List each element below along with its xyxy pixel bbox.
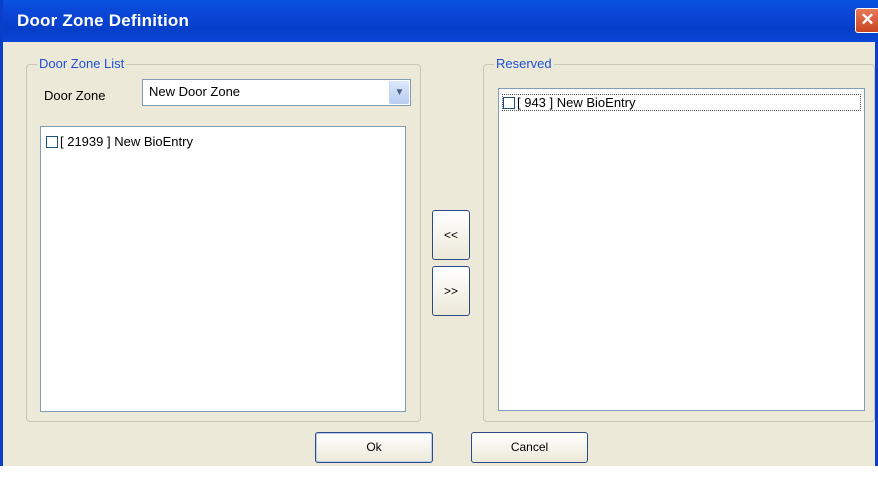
close-button[interactable]: ✕: [855, 8, 878, 33]
list-item[interactable]: [ 943 ] New BioEntry: [502, 94, 861, 111]
chevron-down-icon: ▼: [394, 87, 405, 98]
door-zone-select-value: New Door Zone: [149, 84, 241, 99]
door-zone-list-label: Door Zone List: [37, 56, 127, 72]
reserved-label: Reserved: [494, 56, 554, 72]
ok-button[interactable]: Ok: [315, 432, 433, 463]
door-zone-label: Door Zone: [44, 88, 106, 103]
cancel-button[interactable]: Cancel: [471, 432, 588, 463]
list-item-label: [ 943 ] New BioEntry: [517, 95, 636, 110]
title-bar: Door Zone Definition ✕: [3, 0, 878, 42]
checkbox-icon[interactable]: [503, 97, 515, 109]
door-zone-dropdown-button[interactable]: ▼: [389, 81, 409, 104]
reserved-device-list[interactable]: [ 943 ] New BioEntry: [498, 88, 865, 411]
door-zone-select[interactable]: New Door Zone ▼: [142, 79, 411, 106]
close-icon: ✕: [860, 10, 875, 29]
checkbox-icon[interactable]: [46, 136, 58, 148]
door-zone-device-list[interactable]: [ 21939 ] New BioEntry: [40, 126, 406, 412]
move-left-button[interactable]: <<: [432, 210, 470, 260]
window-title: Door Zone Definition: [17, 11, 190, 30]
list-item-label: [ 21939 ] New BioEntry: [60, 134, 193, 149]
move-right-button[interactable]: >>: [432, 266, 470, 316]
door-zone-definition-dialog: Door Zone Definition ✕ Door Zone List Do…: [0, 0, 878, 466]
list-item[interactable]: [ 21939 ] New BioEntry: [46, 134, 346, 151]
